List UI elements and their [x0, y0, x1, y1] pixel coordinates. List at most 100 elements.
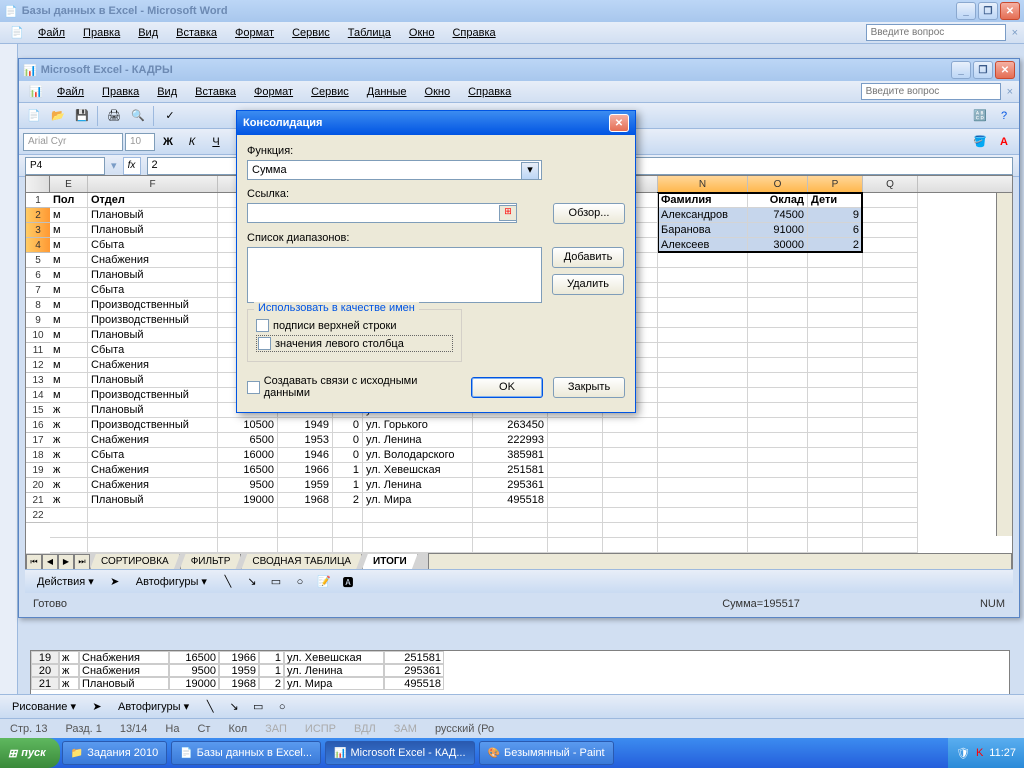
- word-maximize-button[interactable]: ❐: [978, 2, 998, 20]
- tab-first-button[interactable]: ⏮: [26, 554, 42, 570]
- dialog-close-button[interactable]: ✕: [609, 114, 629, 132]
- spell-icon[interactable]: ✓: [159, 105, 181, 127]
- tray-icon-2[interactable]: K: [976, 747, 983, 759]
- row-headers[interactable]: 1234 5678 9101112 13141516 17181920 2122: [26, 193, 50, 570]
- zoom-icon[interactable]: 🔠: [969, 105, 991, 127]
- word-question-input[interactable]: [866, 24, 1006, 41]
- italic-icon[interactable]: К: [181, 131, 203, 153]
- tab-prev-button[interactable]: ◀: [42, 554, 58, 570]
- excel-menu-edit[interactable]: Правка: [94, 84, 147, 100]
- arrow-icon[interactable]: ↘: [241, 571, 263, 593]
- excel-maximize-button[interactable]: ❐: [973, 61, 993, 79]
- font-size-input[interactable]: [125, 133, 155, 151]
- font-name-input[interactable]: [23, 133, 123, 151]
- excel-menu-view[interactable]: Вид: [149, 84, 185, 100]
- autoshapes-dropdown[interactable]: Автофигуры ▾: [128, 573, 215, 590]
- open-icon[interactable]: 📂: [47, 105, 69, 127]
- status-num: NUM: [980, 598, 1005, 610]
- fx-button[interactable]: fx: [123, 157, 141, 175]
- name-box[interactable]: [25, 157, 105, 175]
- left-col-checkbox[interactable]: [258, 337, 271, 350]
- print-icon[interactable]: 🖨: [103, 105, 125, 127]
- word-menu-view[interactable]: Вид: [130, 25, 166, 41]
- word-oval-icon[interactable]: ○: [271, 696, 293, 718]
- add-button[interactable]: Добавить: [552, 247, 624, 268]
- font-color-icon[interactable]: A: [993, 131, 1015, 153]
- sheet-tab-totals[interactable]: ИТОГИ: [362, 554, 418, 570]
- excel-statusbar: Готово Сумма=195517 NUM: [25, 595, 1013, 613]
- tray-icon[interactable]: 🛡: [956, 747, 970, 760]
- range-list[interactable]: [247, 247, 542, 303]
- word-rect-icon[interactable]: ▭: [247, 696, 269, 718]
- sheet-tab-sort[interactable]: СОРТИРОВКА: [90, 554, 180, 570]
- rect-icon[interactable]: ▭: [265, 571, 287, 593]
- word-vertical-ruler: [0, 44, 18, 724]
- word-menu-insert[interactable]: Вставка: [168, 25, 225, 41]
- word-menu-file[interactable]: Файл: [30, 25, 73, 41]
- underline-icon[interactable]: Ч: [205, 131, 227, 153]
- top-row-checkbox[interactable]: [256, 319, 269, 332]
- excel-help-close-icon[interactable]: ×: [1007, 86, 1013, 98]
- function-select[interactable]: Сумма: [247, 160, 542, 180]
- sheet-tab-pivot[interactable]: СВОДНАЯ ТАБЛИЦА: [241, 554, 362, 570]
- word-menu-tools[interactable]: Сервис: [284, 25, 338, 41]
- browse-button[interactable]: Обзор...: [553, 203, 625, 224]
- word-help-close-icon[interactable]: ×: [1012, 27, 1018, 39]
- word-menu-edit[interactable]: Правка: [75, 25, 128, 41]
- word-line-icon[interactable]: ╲: [199, 696, 221, 718]
- excel-menu-window[interactable]: Окно: [417, 84, 459, 100]
- excel-menu-format[interactable]: Формат: [246, 84, 301, 100]
- excel-menu-data[interactable]: Данные: [359, 84, 415, 100]
- word-menu-help[interactable]: Справка: [444, 25, 503, 41]
- excel-close-button[interactable]: ✕: [995, 61, 1015, 79]
- word-pointer-icon[interactable]: ➤: [86, 696, 108, 718]
- word-menu-format[interactable]: Формат: [227, 25, 282, 41]
- new-icon[interactable]: 📄: [23, 105, 45, 127]
- actions-dropdown[interactable]: Действия ▾: [29, 573, 102, 590]
- word-app-icon: 📄: [4, 5, 18, 18]
- fill-color-icon[interactable]: 🪣: [969, 131, 991, 153]
- vertical-scrollbar[interactable]: [996, 193, 1012, 536]
- excel-question-input[interactable]: [861, 83, 1001, 100]
- range-picker-icon[interactable]: ⊞: [499, 205, 517, 221]
- tab-next-button[interactable]: ▶: [58, 554, 74, 570]
- word-minimize-button[interactable]: _: [956, 2, 976, 20]
- horizontal-scrollbar[interactable]: [428, 553, 1012, 570]
- system-tray[interactable]: 🛡 K 11:27: [948, 738, 1024, 768]
- start-button[interactable]: ⊞ пуск: [0, 738, 60, 768]
- task-paint[interactable]: 🎨 Безымянный - Paint: [479, 741, 614, 765]
- task-word[interactable]: 📄 Базы данных в Excel...: [171, 741, 321, 765]
- excel-minimize-button[interactable]: _: [951, 61, 971, 79]
- tab-last-button[interactable]: ⏭: [74, 554, 90, 570]
- textbox-icon[interactable]: 📝: [313, 571, 335, 593]
- create-links-checkbox[interactable]: [247, 381, 260, 394]
- excel-menu-help[interactable]: Справка: [460, 84, 519, 100]
- delete-button[interactable]: Удалить: [552, 274, 624, 295]
- excel-menu-file[interactable]: Файл: [49, 84, 92, 100]
- task-folder[interactable]: 📁 Задания 2010: [62, 741, 167, 765]
- preview-icon[interactable]: 🔍: [127, 105, 149, 127]
- task-excel[interactable]: 📊 Microsoft Excel - КАД...: [325, 741, 475, 765]
- bold-icon[interactable]: Ж: [157, 131, 179, 153]
- excel-menu-tools[interactable]: Сервис: [303, 84, 357, 100]
- word-menu-window[interactable]: Окно: [401, 25, 443, 41]
- consolidate-dialog: Консолидация ✕ Функция: Сумма Ссылка: ⊞ …: [236, 110, 636, 413]
- reference-input[interactable]: [247, 203, 517, 223]
- word-draw-label[interactable]: Рисование ▾: [4, 698, 84, 715]
- excel-draw-toolbar: Действия ▾ ➤ Автофигуры ▾ ╲ ↘ ▭ ○ 📝 🅰: [25, 569, 1013, 593]
- save-icon[interactable]: 💾: [71, 105, 93, 127]
- sheet-tab-filter[interactable]: ФИЛЬТР: [180, 554, 242, 570]
- word-autoshapes[interactable]: Автофигуры ▾: [110, 698, 197, 715]
- wordart-icon[interactable]: 🅰: [337, 571, 359, 593]
- excel-menu-insert[interactable]: Вставка: [187, 84, 244, 100]
- close-button[interactable]: Закрыть: [553, 377, 625, 398]
- dialog-titlebar[interactable]: Консолидация ✕: [237, 111, 635, 135]
- ok-button[interactable]: OK: [471, 377, 543, 398]
- oval-icon[interactable]: ○: [289, 571, 311, 593]
- help-icon[interactable]: ?: [993, 105, 1015, 127]
- line-icon[interactable]: ╲: [217, 571, 239, 593]
- word-menu-table[interactable]: Таблица: [340, 25, 399, 41]
- word-close-button[interactable]: ✕: [1000, 2, 1020, 20]
- word-arrow-icon[interactable]: ↘: [223, 696, 245, 718]
- pointer-icon[interactable]: ➤: [104, 571, 126, 593]
